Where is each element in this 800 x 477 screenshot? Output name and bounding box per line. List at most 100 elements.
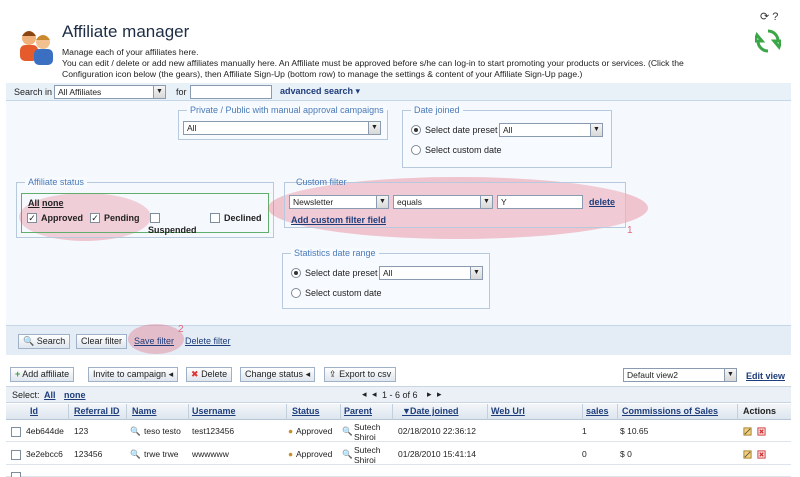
col-status[interactable]: Status bbox=[292, 406, 320, 416]
add-affiliate-label: Add affiliate bbox=[22, 369, 70, 379]
table-row[interactable]: 4eb644de 123 🔍 teso testo test123456 ● A… bbox=[6, 420, 791, 442]
pager-next-icon[interactable]: ▸ bbox=[427, 389, 432, 400]
clear-filter-button[interactable]: Clear filter bbox=[76, 334, 128, 349]
chevron-down-icon: ▼ bbox=[153, 86, 165, 98]
custom-filter-box: Custom filter Newsletter ▼ equals ▼ Y de… bbox=[284, 177, 626, 228]
magnifier-icon[interactable]: 🔍 bbox=[130, 449, 141, 460]
custom-operator-select[interactable]: equals ▼ bbox=[393, 195, 493, 209]
status-none-link[interactable]: none bbox=[42, 198, 64, 208]
custom-operator-value: equals bbox=[397, 197, 423, 207]
custom-field-value: Newsletter bbox=[293, 197, 334, 207]
delete-icon: ✖ bbox=[191, 369, 199, 379]
pending-checkbox[interactable]: ✓ bbox=[90, 213, 100, 223]
delete-button[interactable]: ✖ Delete bbox=[186, 367, 233, 382]
suspended-checkbox[interactable] bbox=[150, 213, 160, 223]
custom-date-radio[interactable] bbox=[411, 145, 421, 155]
date-preset-select[interactable]: All ▼ bbox=[499, 123, 603, 137]
approved-checkbox[interactable]: ✓ bbox=[27, 213, 37, 223]
row-checkbox[interactable] bbox=[11, 427, 21, 437]
pager-first-icon[interactable]: ◂ bbox=[362, 389, 367, 400]
edit-icon[interactable] bbox=[743, 450, 752, 459]
view-select-value: Default view2 bbox=[627, 370, 679, 380]
col-date-joined[interactable]: Date joined bbox=[410, 406, 459, 416]
table-row[interactable]: 3e2ebcc6 123456 🔍 trwe trwe wwwwww ● App… bbox=[6, 443, 791, 465]
col-id[interactable]: Id bbox=[30, 406, 38, 416]
col-web-url[interactable]: Web Url bbox=[491, 406, 525, 416]
magnifier-icon[interactable]: 🔍 bbox=[342, 449, 353, 460]
declined-label: Declined bbox=[224, 213, 262, 223]
stats-custom-radio[interactable] bbox=[291, 288, 301, 298]
affiliates-people-icon bbox=[20, 31, 53, 65]
row-checkbox[interactable] bbox=[11, 450, 21, 460]
reload-icon[interactable]: ⟳ bbox=[760, 11, 769, 23]
advanced-search-link[interactable]: advanced search ▾ bbox=[280, 86, 360, 97]
edit-view-link[interactable]: Edit view bbox=[746, 371, 785, 381]
save-filter-link[interactable]: Save filter bbox=[134, 336, 174, 346]
pager-last-icon[interactable]: ▸ bbox=[437, 389, 442, 400]
search-in-value: All Affiliates bbox=[58, 87, 102, 97]
campaigns-select[interactable]: All ▼ bbox=[183, 121, 381, 135]
status-person-icon: ● bbox=[288, 426, 294, 436]
col-username[interactable]: Username bbox=[192, 406, 236, 416]
invite-campaign-label: Invite to campaign bbox=[93, 369, 167, 379]
description-line-3: Configuration icon below (the gears), th… bbox=[62, 69, 583, 79]
search-in-select[interactable]: All Affiliates ▼ bbox=[54, 85, 166, 99]
select-none-link[interactable]: none bbox=[64, 390, 86, 400]
col-name[interactable]: Name bbox=[132, 406, 157, 416]
search-input[interactable] bbox=[190, 85, 272, 99]
col-referral-id[interactable]: Referral ID bbox=[74, 406, 120, 416]
cell-status: Approved bbox=[296, 449, 333, 459]
custom-filter-delete-link[interactable]: delete bbox=[589, 197, 615, 207]
row-checkbox[interactable] bbox=[11, 472, 21, 477]
delete-filter-link[interactable]: Delete filter bbox=[185, 336, 231, 346]
cell-name: teso testo bbox=[144, 426, 181, 436]
col-actions: Actions bbox=[743, 406, 777, 416]
stats-preset-label: Select date preset bbox=[305, 268, 378, 278]
view-select[interactable]: Default view2 ▼ bbox=[623, 368, 737, 382]
page-description: Manage each of your affiliates here. You… bbox=[62, 47, 722, 80]
col-parent[interactable]: Parent bbox=[344, 406, 372, 416]
custom-value-input[interactable]: Y bbox=[497, 195, 583, 209]
change-status-button[interactable]: Change status ◂ bbox=[240, 367, 316, 382]
select-all-link[interactable]: All bbox=[44, 390, 56, 400]
affiliate-status-legend: Affiliate status bbox=[25, 177, 87, 187]
edit-icon[interactable] bbox=[743, 427, 752, 436]
affiliate-status-box: Affiliate status All none ✓ Approved ✓ P… bbox=[16, 177, 274, 238]
date-joined-legend: Date joined bbox=[411, 105, 463, 115]
export-csv-button[interactable]: ⇪ Export to csv bbox=[324, 367, 397, 382]
date-preset-radio[interactable] bbox=[411, 125, 421, 135]
export-csv-label: Export to csv bbox=[339, 369, 392, 379]
col-commissions[interactable]: Commissions of Sales bbox=[622, 406, 718, 416]
stats-date-range-box: Statistics date range Select date preset… bbox=[282, 248, 490, 309]
delete-row-icon[interactable] bbox=[757, 427, 766, 436]
affiliate-toolbar: + Add affiliate Invite to campaign ◂ ✖ D… bbox=[6, 364, 791, 386]
custom-value-text: Y bbox=[501, 197, 507, 207]
add-affiliate-button[interactable]: + Add affiliate bbox=[10, 367, 75, 382]
cell-referral: 123 bbox=[74, 426, 89, 436]
magnifier-icon[interactable]: 🔍 bbox=[342, 426, 353, 437]
search-button[interactable]: 🔍 Search bbox=[18, 334, 71, 349]
stats-preset-select[interactable]: All ▼ bbox=[379, 266, 483, 280]
table-row[interactable] bbox=[6, 466, 791, 477]
custom-field-select[interactable]: Newsletter ▼ bbox=[289, 195, 389, 209]
invite-campaign-button[interactable]: Invite to campaign ◂ bbox=[88, 367, 179, 382]
chevron-down-icon: ▼ bbox=[376, 196, 388, 208]
refresh-icon[interactable] bbox=[755, 28, 781, 54]
chevron-down-icon: ▼ bbox=[590, 124, 602, 136]
stats-preset-radio[interactable] bbox=[291, 268, 301, 278]
delete-row-icon[interactable] bbox=[757, 450, 766, 459]
magnifier-icon[interactable]: 🔍 bbox=[130, 426, 141, 437]
status-all-link[interactable]: All bbox=[28, 198, 40, 208]
declined-checkbox[interactable] bbox=[210, 213, 220, 223]
cell-name: trwe trwe bbox=[144, 449, 179, 459]
add-custom-filter-link[interactable]: Add custom filter field bbox=[291, 215, 386, 225]
chevron-down-icon: ▼ bbox=[480, 196, 492, 208]
table-header: Id Referral ID Name Username Status Pare… bbox=[6, 404, 791, 420]
col-sales[interactable]: sales bbox=[586, 406, 609, 416]
chevron-down-icon: ▼ bbox=[724, 369, 736, 381]
pager-prev-icon[interactable]: ◂ bbox=[372, 389, 377, 400]
help-icon[interactable]: ? bbox=[772, 11, 778, 23]
page-title: Affiliate manager bbox=[62, 22, 190, 41]
cell-referral: 123456 bbox=[74, 449, 103, 459]
page-header: Affiliate manager Manage each of your af… bbox=[0, 0, 800, 84]
